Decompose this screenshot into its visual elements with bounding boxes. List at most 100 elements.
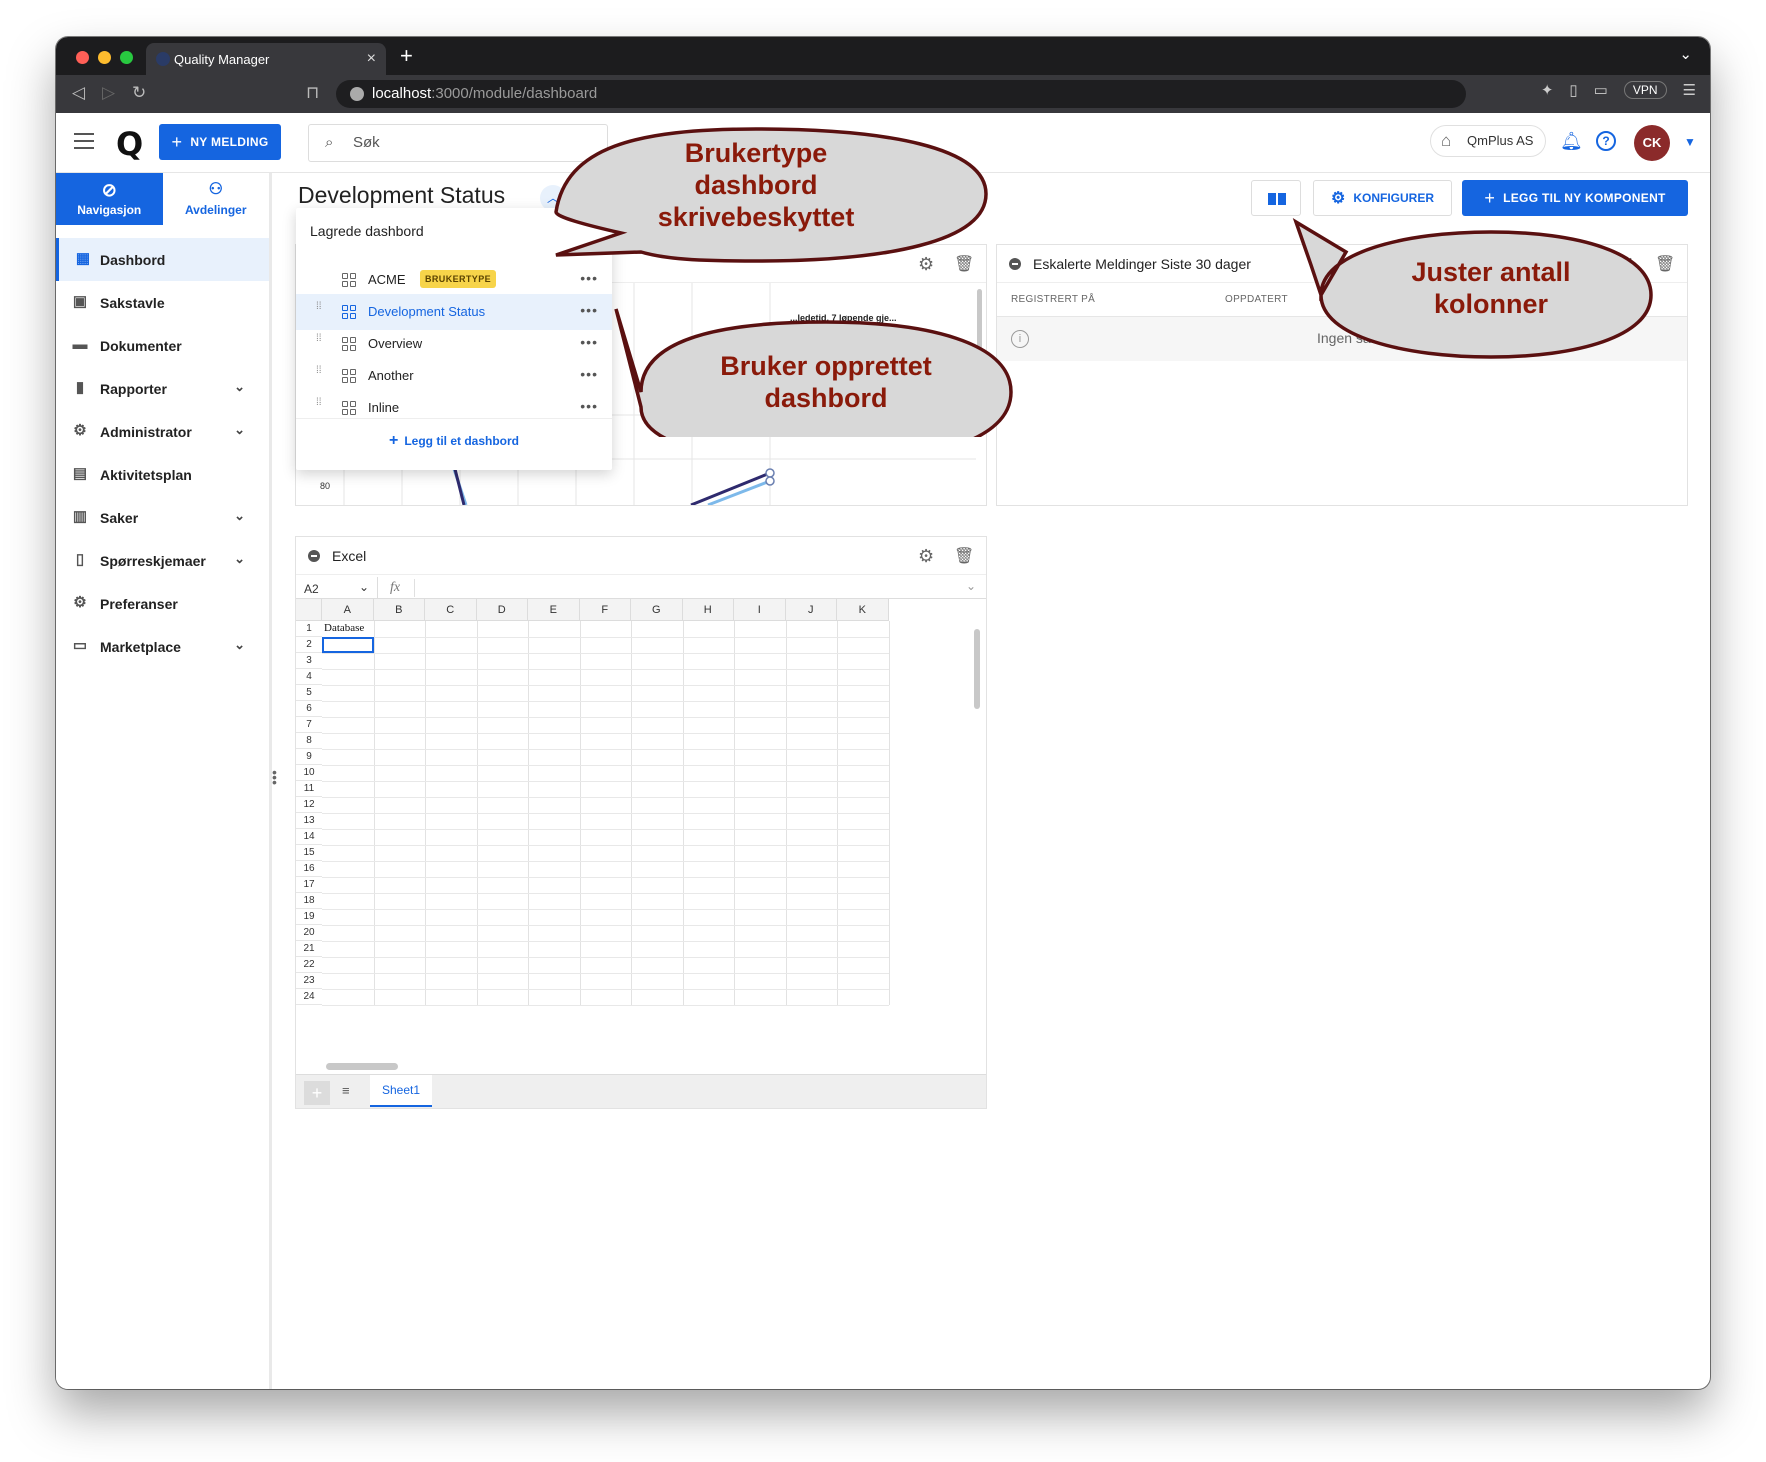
formula-expand-chevron-icon[interactable]: ⌄ — [966, 579, 976, 593]
row-header[interactable]: 17 — [296, 877, 322, 893]
user-menu-caret-icon[interactable]: ▼ — [1684, 135, 1696, 149]
row-header[interactable]: 21 — [296, 941, 322, 957]
minimize-window-button[interactable] — [98, 51, 111, 64]
sheet-list-icon[interactable]: ≡ — [342, 1083, 350, 1098]
sidebar-item-saker[interactable]: ▥ Saker ⌄ — [56, 496, 269, 539]
add-sheet-icon[interactable]: + — [304, 1081, 330, 1105]
maximize-window-button[interactable] — [120, 51, 133, 64]
column-header[interactable]: J — [785, 599, 837, 621]
spreadsheet-horizontal-scrollbar[interactable] — [326, 1063, 398, 1070]
row-header[interactable]: 10 — [296, 765, 322, 781]
row-header[interactable]: 9 — [296, 749, 322, 765]
row-header[interactable]: 2 — [296, 637, 322, 653]
close-tab-icon[interactable]: × — [367, 50, 376, 68]
reload-icon[interactable]: ↻ — [132, 83, 146, 103]
sidebar-item-marketplace[interactable]: ▭ Marketplace ⌄ — [56, 625, 269, 668]
sidebar-item-rapporter[interactable]: ▮ Rapporter ⌄ — [56, 367, 269, 410]
extensions-icon[interactable]: ✦ — [1541, 81, 1554, 99]
formula-input[interactable] — [414, 579, 954, 597]
saved-dashboard-item[interactable]: ⁞⁞ Development Status ••• — [296, 294, 612, 330]
row-header[interactable]: 14 — [296, 829, 322, 845]
tab-avdelinger[interactable]: ⚇ Avdelinger — [163, 173, 270, 225]
url-field[interactable]: localhost:3000/module/dashboard — [336, 80, 1466, 108]
chevron-down-icon[interactable]: ⌄ — [234, 508, 245, 524]
row-header[interactable]: 5 — [296, 685, 322, 701]
row-header[interactable]: 1 — [296, 621, 322, 637]
notifications-bell-icon[interactable]: 🔔︎ — [1560, 131, 1583, 152]
spreadsheet-vertical-scrollbar[interactable] — [974, 629, 980, 709]
site-info-icon[interactable] — [350, 87, 364, 101]
row-header[interactable]: 11 — [296, 781, 322, 797]
column-header-registered[interactable]: REGISTRERT PÅ — [1011, 294, 1095, 305]
row-header[interactable]: 23 — [296, 973, 322, 989]
column-header[interactable]: H — [682, 599, 734, 621]
chevron-down-icon[interactable]: ⌄ — [234, 637, 245, 653]
hamburger-menu-icon[interactable] — [74, 133, 94, 154]
more-options-icon[interactable]: ••• — [580, 334, 598, 350]
drag-handle-icon[interactable]: ⁞⁞ — [316, 302, 324, 319]
panel-delete-trash-icon[interactable]: 🗑︎ — [1655, 254, 1675, 274]
sidebar-item-sp-rreskjemaer[interactable]: ▯ Spørreskjemaer ⌄ — [56, 539, 269, 582]
cell-a1[interactable]: Database — [324, 622, 364, 634]
column-header[interactable]: F — [579, 599, 631, 621]
collapse-panel-icon[interactable] — [308, 550, 320, 562]
cell-reference-box[interactable]: A2 ⌄ — [296, 577, 378, 599]
panel-delete-trash-icon[interactable]: 🗑︎ — [954, 546, 974, 566]
spreadsheet-grid[interactable]: A B C D E F G H I J K 1 2 3 4 5 6 7 8 9 10 11 12 13 14 15 16 17 18 19… — [296, 599, 976, 1059]
chevron-down-icon[interactable]: ⌄ — [234, 551, 245, 567]
sidebar-item-sakstavle[interactable]: ▣ Sakstavle — [56, 281, 269, 324]
column-header[interactable]: I — [734, 599, 786, 621]
column-header[interactable]: K — [837, 599, 889, 621]
sheet-tab[interactable]: Sheet1 — [370, 1075, 432, 1107]
panel-delete-trash-icon[interactable]: 🗑︎ — [954, 254, 974, 274]
row-header[interactable]: 16 — [296, 861, 322, 877]
panel-scrollbar[interactable] — [977, 289, 982, 415]
row-header[interactable]: 7 — [296, 717, 322, 733]
row-header[interactable]: 6 — [296, 701, 322, 717]
browser-tab[interactable]: Quality Manager × — [146, 43, 386, 75]
column-header[interactable]: G — [631, 599, 683, 621]
column-header[interactable]: C — [425, 599, 477, 621]
column-header[interactable]: E — [528, 599, 580, 621]
column-header-updated[interactable]: OPPDATERT — [1225, 294, 1288, 305]
sidebar-item-dashbord[interactable]: ▦ Dashbord — [56, 238, 269, 281]
row-header[interactable]: 12 — [296, 797, 322, 813]
company-selector[interactable]: ⌂ QmPlus AS — [1430, 125, 1547, 157]
search-input[interactable]: ⌕ Søk — [308, 124, 608, 162]
panel-settings-gear-icon[interactable]: ⚙ — [918, 546, 934, 567]
vpn-button[interactable]: VPN — [1623, 81, 1667, 99]
tab-list-chevron-icon[interactable]: ⌄ — [1679, 45, 1692, 63]
drag-handle-icon[interactable]: ⁞⁞ — [316, 398, 324, 415]
panel-settings-gear-icon[interactable]: ⚙ — [1619, 254, 1635, 275]
drag-handle-icon[interactable]: ⁞⁞ — [316, 366, 324, 383]
row-header[interactable]: 8 — [296, 733, 322, 749]
row-header[interactable]: 22 — [296, 957, 322, 973]
column-layout-button[interactable] — [1251, 180, 1301, 216]
saved-dashboard-item[interactable]: ⁞⁞ Inline ••• — [296, 390, 612, 426]
row-header[interactable]: 4 — [296, 669, 322, 685]
saved-dashboard-item[interactable]: ⁞⁞ Another ••• — [296, 358, 612, 394]
column-header[interactable]: D — [476, 599, 528, 621]
configure-button[interactable]: ⚙ KONFIGURER — [1313, 180, 1452, 216]
more-options-icon[interactable]: ••• — [580, 366, 598, 382]
chevron-down-icon[interactable]: ⌄ — [234, 379, 245, 395]
saved-dashboard-item[interactable]: ACME BRUKERTYPE ••• — [296, 262, 612, 298]
row-header[interactable]: 24 — [296, 989, 322, 1005]
close-window-button[interactable] — [76, 51, 89, 64]
row-header[interactable]: 20 — [296, 925, 322, 941]
panel-settings-gear-icon[interactable]: ⚙ — [918, 254, 934, 275]
back-icon[interactable]: ◁ — [72, 83, 85, 103]
sidebar-item-dokumenter[interactable]: ▬ Dokumenter — [56, 324, 269, 367]
column-header[interactable]: A — [322, 599, 374, 621]
sidebar-resize-handle[interactable]: • • • — [272, 765, 277, 789]
sidebar-item-aktivitetsplan[interactable]: ▤ Aktivitetsplan — [56, 453, 269, 496]
user-avatar[interactable]: CK — [1634, 125, 1670, 161]
row-header[interactable]: 18 — [296, 893, 322, 909]
collapse-panel-icon[interactable] — [1009, 258, 1021, 270]
more-options-icon[interactable]: ••• — [580, 270, 598, 286]
row-header[interactable]: 13 — [296, 813, 322, 829]
app-logo[interactable]: Q — [116, 125, 143, 163]
row-header[interactable]: 15 — [296, 845, 322, 861]
bookmark-icon[interactable]: ⊓ — [306, 83, 319, 103]
tab-navigasjon[interactable]: ⊘ Navigasjon — [56, 173, 163, 225]
